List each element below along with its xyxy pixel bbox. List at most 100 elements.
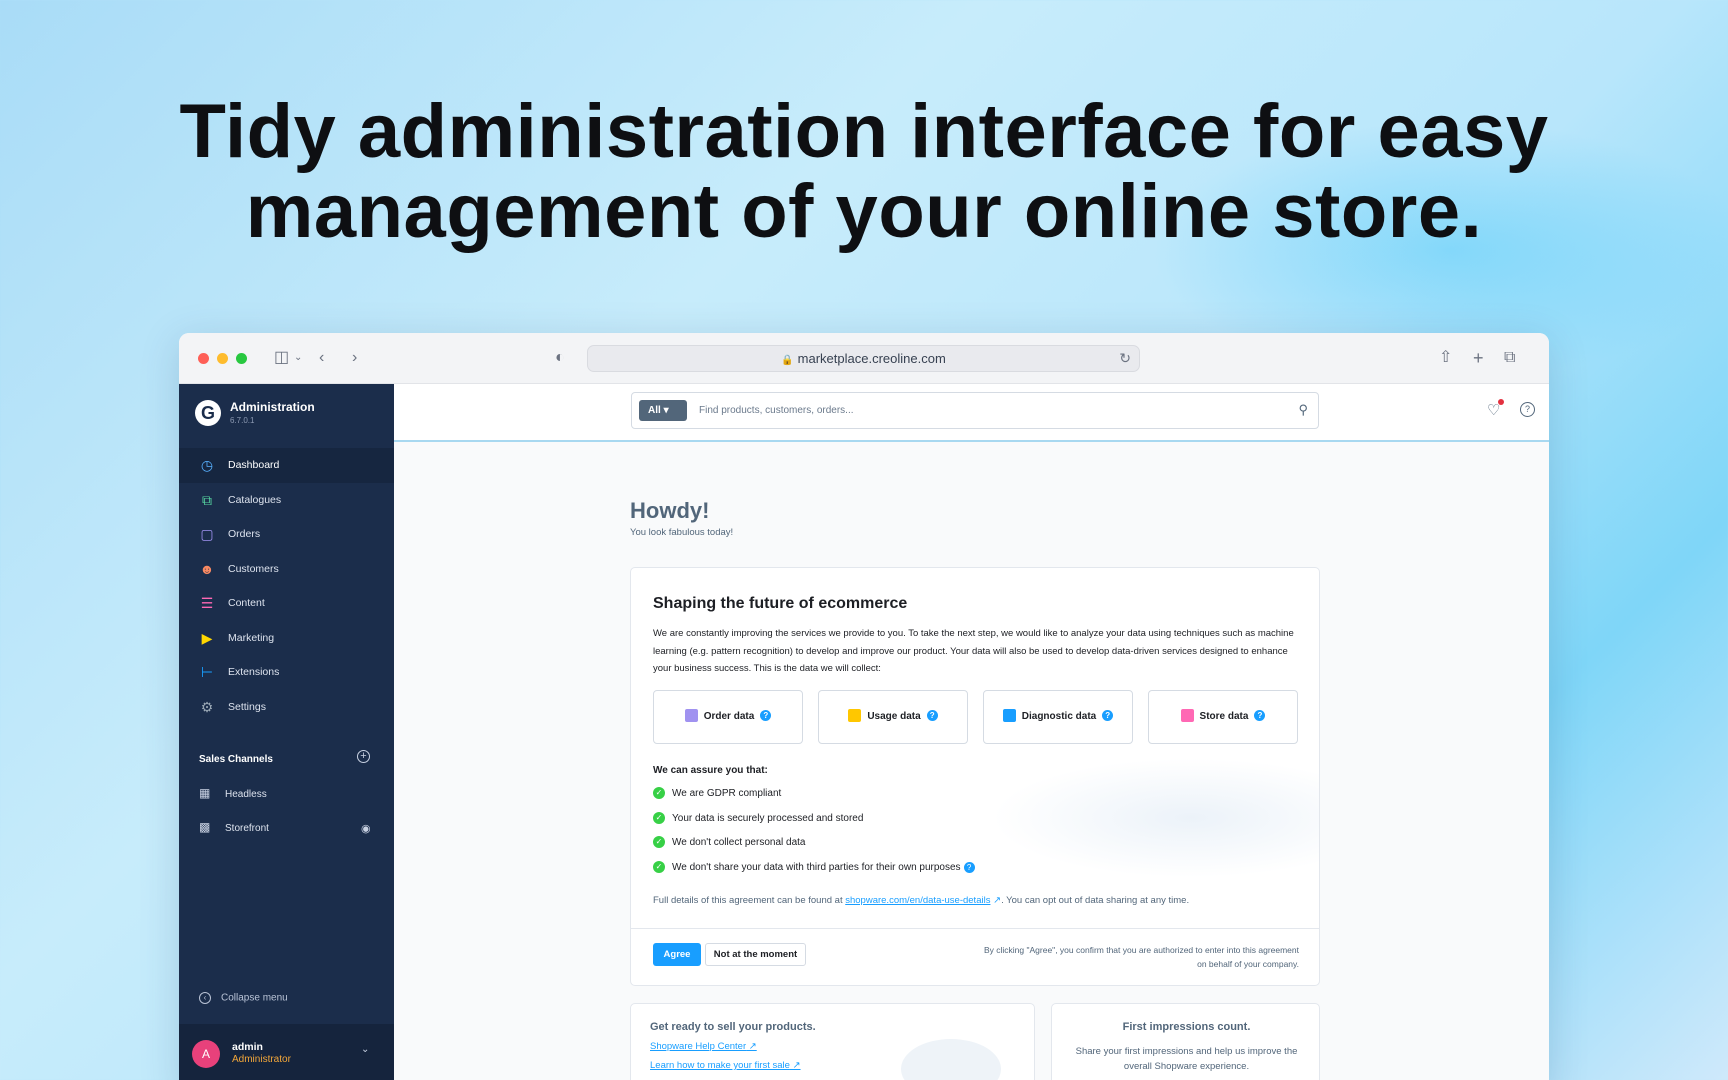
new-tab-icon[interactable]: +	[1473, 347, 1484, 369]
sidebar-item-dashboard[interactable]: ◷ Dashboard	[179, 448, 394, 483]
sell-products-card: Get ready to sell your products. Shopwar…	[630, 1003, 1035, 1080]
sidebar-item-label: Catalogues	[228, 493, 282, 506]
sales-channels-title: Sales Channels	[199, 754, 273, 765]
store-icon	[1180, 708, 1194, 722]
back-arrow-icon[interactable]: ‹	[319, 347, 324, 369]
chevron-down-icon[interactable]: ⌄	[361, 1044, 369, 1055]
sidebar-item-label: Customers	[228, 562, 279, 575]
user-name: admin	[232, 1041, 263, 1053]
first-sale-link[interactable]: Learn how to make your first sale ↗	[650, 1060, 801, 1071]
help-icon[interactable]: ?	[963, 861, 975, 873]
first-sale-link-text: Learn how to make your first sale	[650, 1060, 790, 1071]
tile-label: Usage data	[867, 711, 921, 722]
sell-card-title: Get ready to sell your products.	[650, 1021, 816, 1033]
tile-usage-data[interactable]: Usage data?	[818, 690, 968, 744]
tile-diagnostic-data[interactable]: Diagnostic data?	[983, 690, 1133, 744]
chevron-down-icon[interactable]: ⌄	[294, 347, 302, 369]
sidebar-item-label: Marketing	[228, 631, 275, 644]
data-use-details-link[interactable]: shopware.com/en/data-use-details	[845, 895, 990, 906]
sidebar-item-settings[interactable]: ⚙ Settings	[179, 690, 394, 725]
page-subtitle: You look fabulous today!	[630, 527, 734, 538]
sidebar-item-catalogues[interactable]: ⧉ Catalogues	[179, 483, 394, 518]
card-background-decoration	[991, 758, 1319, 878]
search-icon[interactable]: ⚲	[1298, 402, 1308, 418]
first-impressions-card: First impressions count. Share your firs…	[1051, 1003, 1320, 1080]
search-scope-label: All	[648, 405, 661, 416]
storefront-icon: ▩	[199, 820, 211, 834]
consent-footnote: By clicking "Agree", you confirm that yo…	[983, 945, 1299, 969]
sales-channel-headless[interactable]: ▦ Headless	[179, 780, 394, 810]
search-scope-dropdown[interactable]: All ▾	[639, 400, 687, 421]
help-icon[interactable]: ?	[926, 709, 938, 721]
main-nav: ◷ Dashboard ⧉ Catalogues ▢ Orders ☻ Cust…	[179, 448, 394, 724]
sidebar-item-marketing[interactable]: ▶ Marketing	[179, 621, 394, 656]
notification-badge	[1498, 399, 1504, 405]
assurance-text: We don't collect personal data	[672, 837, 806, 848]
sidebar-item-label: Dashboard	[228, 459, 280, 471]
usage-icon	[848, 708, 862, 722]
close-window-button[interactable]	[198, 353, 209, 364]
dashboard-content: Howdy! You look fabulous today! Shaping …	[394, 443, 1549, 1080]
consent-title: Shaping the future of ecommerce	[653, 595, 908, 612]
basket-icon: ▦	[199, 786, 211, 800]
checkmark-icon: ✓	[653, 860, 665, 873]
data-consent-card: Shaping the future of ecommerce We are c…	[630, 567, 1320, 986]
help-icon[interactable]: ?	[1520, 402, 1535, 417]
tile-label: Store data	[1199, 711, 1249, 722]
tile-label: Order data	[703, 711, 755, 722]
agree-button[interactable]: Agree	[653, 943, 701, 966]
global-search: All ▾ ⚲	[631, 392, 1319, 429]
reload-icon[interactable]: ↻	[1119, 346, 1131, 371]
minimize-window-button[interactable]	[217, 353, 228, 364]
sidebar-item-label: Settings	[228, 700, 266, 713]
url-text: marketplace.creoline.com	[797, 351, 946, 366]
headline-line-1: Tidy administration interface for easy	[179, 89, 1549, 174]
details-suffix: . You can opt out of data sharing at any…	[1001, 895, 1190, 906]
details-prefix: Full details of this agreement can be fo…	[653, 895, 843, 906]
sidebar-item-label: Content	[228, 597, 265, 609]
brand-title: Administration	[230, 400, 315, 414]
bag-icon: ▢	[200, 526, 214, 542]
sidebar-item-extensions[interactable]: ⊢ Extensions	[179, 655, 394, 690]
sales-channel-storefront[interactable]: ▩ Storefront ◉	[179, 814, 394, 844]
address-bar[interactable]: 🔒 marketplace.creoline.com ↻	[587, 345, 1140, 372]
sitemap-icon	[1002, 708, 1016, 722]
tile-store-data[interactable]: Store data?	[1148, 690, 1298, 744]
not-now-button[interactable]: Not at the moment	[705, 943, 806, 966]
help-icon[interactable]: ?	[1102, 709, 1114, 721]
add-sales-channel-icon[interactable]: +	[357, 750, 370, 763]
browser-window: ◫ ⌄ ‹ › ◐ 🔒 marketplace.creoline.com ↻ ⇧ …	[179, 333, 1549, 1080]
assurance-text: We don't share your data with third part…	[672, 861, 961, 873]
share-icon[interactable]: ⇧	[1439, 347, 1452, 369]
checkmark-icon: ✓	[653, 811, 665, 824]
user-menu[interactable]: A admin Administrator ⌄	[179, 1024, 394, 1080]
external-link-icon: ↗	[990, 895, 1002, 906]
help-icon[interactable]: ?	[1254, 709, 1266, 721]
eye-icon[interactable]: ◉	[361, 822, 371, 835]
shield-icon[interactable]: ◐	[555, 347, 565, 369]
tabs-overview-icon[interactable]: ⧉	[1504, 347, 1515, 369]
impressions-body: Share your first impressions and help us…	[1075, 1046, 1298, 1072]
forward-arrow-icon[interactable]: ›	[352, 347, 357, 369]
collapse-menu-button[interactable]: ‹ Collapse menu	[199, 992, 288, 1004]
maximize-window-button[interactable]	[236, 353, 247, 364]
admin-sidebar: G Administration 6.7.0.1 ◷ Dashboard ⧉ C…	[179, 384, 394, 1080]
sidebar-item-customers[interactable]: ☻ Customers	[179, 552, 394, 587]
search-input[interactable]	[699, 393, 1279, 428]
help-icon[interactable]: ?	[760, 709, 772, 721]
brand-version: 6.7.0.1	[230, 416, 255, 425]
copy-icon: ⧉	[202, 491, 212, 508]
chevron-left-icon: ‹	[199, 992, 211, 1004]
gauge-icon: ◷	[200, 457, 214, 473]
impressions-title: First impressions count.	[1122, 1021, 1251, 1033]
headline: Tidy administration interface for easy m…	[0, 92, 1728, 252]
sidebar-item-orders[interactable]: ▢ Orders	[179, 517, 394, 552]
checkmark-icon: ✓	[653, 787, 665, 799]
tile-order-data[interactable]: Order data?	[653, 690, 803, 744]
sidebar-item-content[interactable]: ☰ Content	[179, 586, 394, 621]
assurance-text-row: We don't share your data with third part…	[672, 861, 975, 873]
sidebar-toggle-icon[interactable]: ◫	[274, 347, 289, 369]
avatar: A	[192, 1040, 220, 1068]
help-center-link[interactable]: Shopware Help Center ↗	[650, 1041, 757, 1052]
assurance-title: We can assure you that:	[653, 765, 768, 776]
